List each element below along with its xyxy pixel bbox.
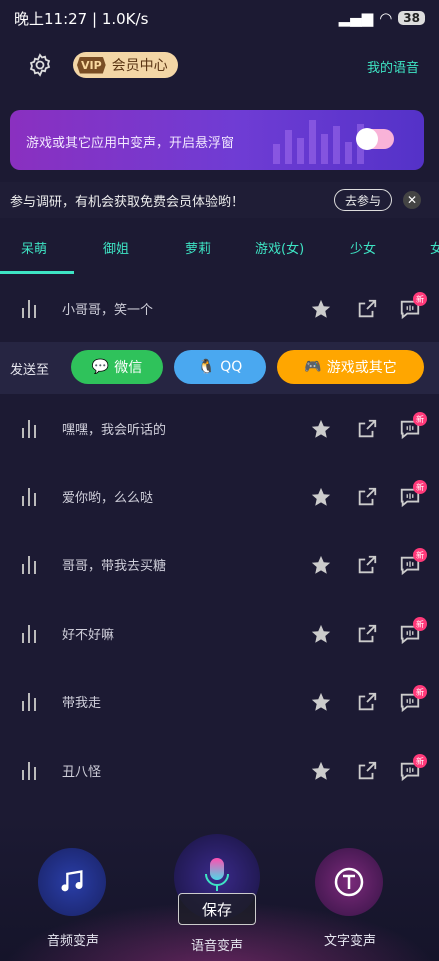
new-badge: 新 [413, 292, 427, 306]
voice-row[interactable]: 嘿嘿，我会听话的 新 [0, 394, 439, 462]
tab-female[interactable]: 女 [430, 238, 439, 257]
banner-text: 游戏或其它应用中变声，开启悬浮窗 [26, 136, 235, 151]
floating-window-toggle[interactable] [356, 128, 394, 150]
voice-bubble-button[interactable]: 新 [399, 412, 427, 440]
send-to-bar: 发送至 💬 微信 🐧 QQ 🎮 游戏或其它 [0, 342, 439, 394]
star-icon[interactable] [310, 691, 332, 713]
new-badge: 新 [413, 548, 427, 562]
floating-window-banner: 游戏或其它应用中变声，开启悬浮窗 [10, 110, 424, 170]
category-tabs: 呆萌 御姐 萝莉 游戏(女) 少女 女 [0, 228, 439, 274]
voice-bubble-button[interactable]: 新 [399, 480, 427, 508]
equalizer-decoration [273, 116, 364, 164]
new-badge: 新 [413, 617, 427, 631]
wechat-icon: 💬 [91, 359, 110, 375]
text-t-icon [334, 867, 364, 897]
audio-change-label: 音频变声 [47, 934, 100, 949]
battery-icon: 38 [398, 11, 425, 25]
waveform-icon [22, 762, 42, 780]
star-icon[interactable] [310, 486, 332, 508]
vip-center-button[interactable]: VIP 会员中心 [73, 52, 178, 78]
new-badge: 新 [413, 754, 427, 768]
voice-name: 小哥哥，笑一个 [62, 303, 154, 318]
voice-row[interactable]: 小哥哥，笑一个 新 [0, 274, 439, 342]
waveform-icon [22, 488, 42, 506]
waveform-icon [22, 556, 42, 574]
survey-text: 参与调研，有机会获取免费会员体验哟！ [10, 194, 245, 210]
text-change-button[interactable] [315, 848, 383, 916]
wifi-icon: ◠ [379, 9, 393, 27]
wechat-button[interactable]: 💬 微信 [71, 350, 163, 384]
voice-name: 丑八怪 [62, 765, 102, 780]
voice-bubble-button[interactable]: 新 [399, 617, 427, 645]
waveform-icon [22, 625, 42, 643]
voice-row[interactable]: 丑八怪 新 [0, 736, 439, 804]
new-badge: 新 [413, 685, 427, 699]
star-icon[interactable] [310, 298, 332, 320]
game-button[interactable]: 🎮 游戏或其它 [277, 350, 424, 384]
my-voice-link[interactable]: 我的语音 [367, 57, 419, 76]
voice-name: 好不好嘛 [62, 628, 115, 643]
voice-name: 爱你哟，么么哒 [62, 491, 154, 506]
star-icon[interactable] [310, 760, 332, 782]
voice-bubble-button[interactable]: 新 [399, 754, 427, 782]
tab-girl[interactable]: 少女 [350, 238, 376, 257]
star-icon[interactable] [310, 554, 332, 576]
share-icon[interactable] [356, 623, 378, 645]
qq-label: QQ [220, 359, 243, 375]
signal-icon: ▂▄▆ [338, 9, 374, 27]
join-survey-button[interactable]: 去参与 [334, 189, 392, 211]
share-icon[interactable] [356, 554, 378, 576]
voice-bubble-button[interactable]: 新 [399, 548, 427, 576]
share-icon[interactable] [356, 760, 378, 782]
gear-icon[interactable] [28, 53, 52, 77]
voice-name: 带我走 [62, 696, 102, 711]
share-icon[interactable] [356, 691, 378, 713]
voice-row[interactable]: 好不好嘛 新 [0, 599, 439, 667]
voice-row[interactable]: 带我走 新 [0, 667, 439, 735]
new-badge: 新 [413, 412, 427, 426]
tab-cute[interactable]: 呆萌 [21, 238, 47, 257]
status-bar: 晚上11:27 | 1.0K/s ▂▄▆ ◠ 38 [0, 0, 439, 36]
star-icon[interactable] [310, 418, 332, 440]
tab-loli[interactable]: 萝莉 [185, 238, 211, 257]
voice-name: 嘿嘿，我会听话的 [62, 423, 167, 438]
share-icon[interactable] [356, 486, 378, 508]
waveform-icon [22, 420, 42, 438]
header: VIP 会员中心 我的语音 [0, 44, 439, 84]
voice-bubble-button[interactable]: 新 [399, 292, 427, 320]
qq-icon: 🐧 [197, 359, 216, 375]
qq-button[interactable]: 🐧 QQ [174, 350, 266, 384]
waveform-icon [22, 693, 42, 711]
waveform-icon [22, 300, 42, 318]
tab-game-female[interactable]: 游戏(女) [255, 238, 304, 257]
voice-change-label: 语音变声 [191, 939, 244, 954]
share-icon[interactable] [356, 418, 378, 440]
star-icon[interactable] [310, 623, 332, 645]
gamepad-icon: 🎮 [304, 359, 322, 375]
save-button[interactable]: 保存 [178, 893, 256, 925]
game-label: 游戏或其它 [326, 360, 397, 376]
audio-change-button[interactable] [38, 848, 106, 916]
share-icon[interactable] [356, 298, 378, 320]
tab-mature[interactable]: 御姐 [103, 238, 129, 257]
vip-badge: VIP [77, 56, 106, 74]
wechat-label: 微信 [114, 360, 143, 376]
vip-label: 会员中心 [111, 58, 168, 74]
voice-row[interactable]: 哥哥，带我去买糖 新 [0, 530, 439, 598]
send-to-label: 发送至 [10, 363, 50, 378]
text-change-label: 文字变声 [324, 934, 377, 949]
status-time: 晚上11:27 | 1.0K/s [14, 9, 149, 28]
microphone-icon [205, 858, 229, 891]
new-badge: 新 [413, 480, 427, 494]
survey-bar: 参与调研，有机会获取免费会员体验哟！ 去参与 ✕ [0, 182, 439, 218]
voice-bubble-button[interactable]: 新 [399, 685, 427, 713]
music-note-icon [61, 870, 83, 892]
close-icon[interactable]: ✕ [403, 191, 421, 209]
voice-name: 哥哥，带我去买糖 [62, 559, 167, 574]
voice-row[interactable]: 爱你哟，么么哒 新 [0, 462, 439, 530]
